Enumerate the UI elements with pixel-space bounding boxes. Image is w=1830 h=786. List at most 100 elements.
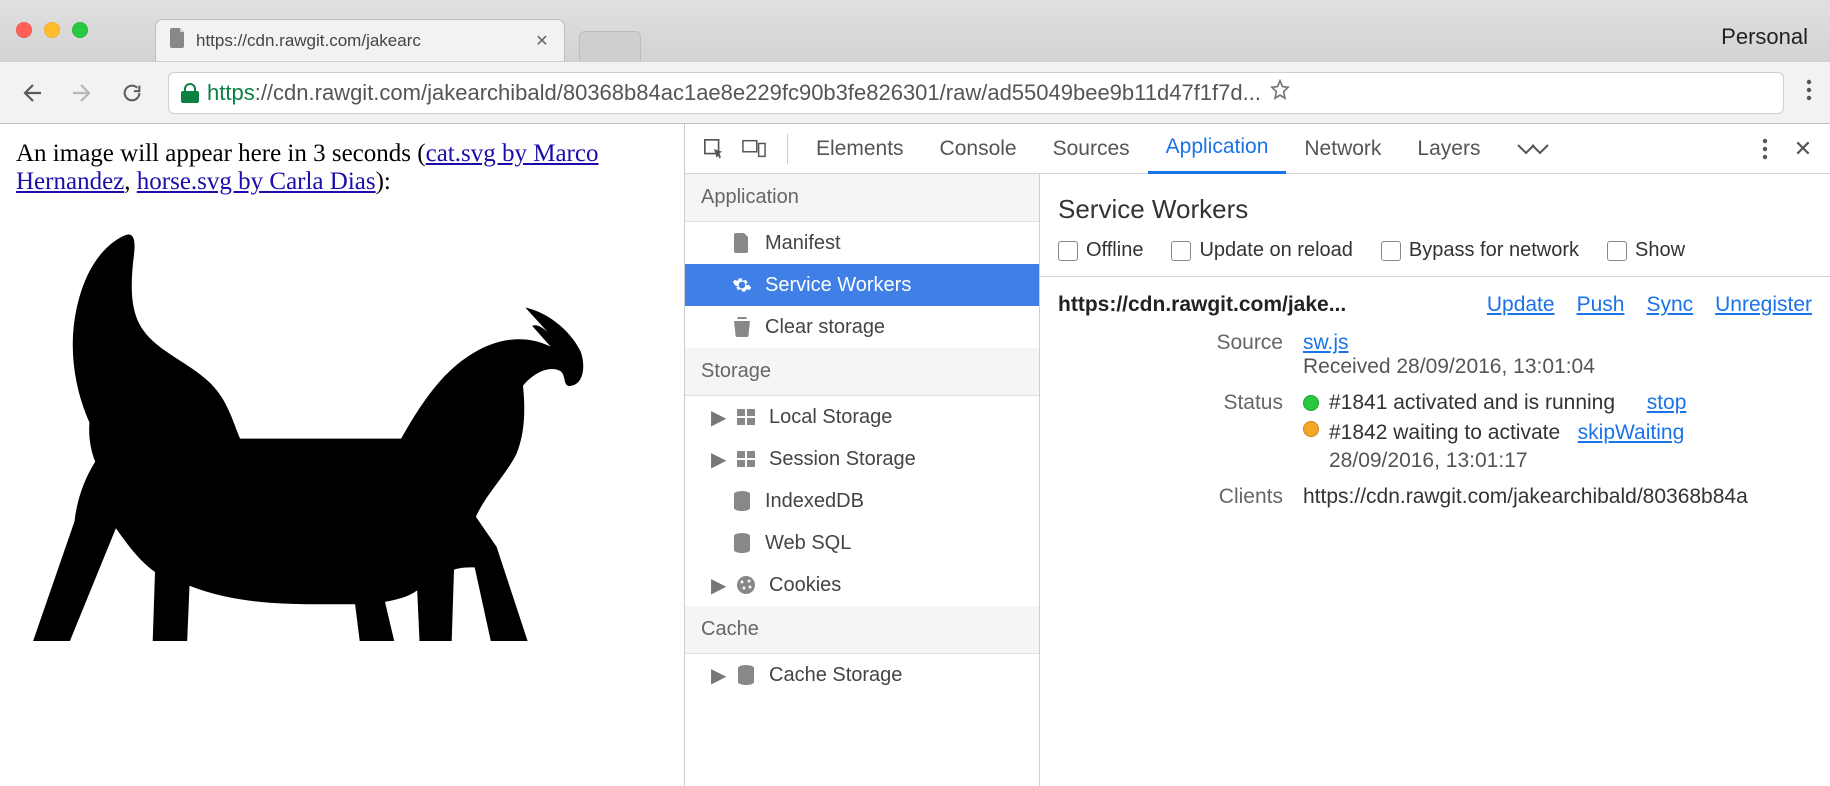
- sw-push-link[interactable]: Push: [1577, 293, 1625, 317]
- forward-button[interactable]: [68, 79, 96, 107]
- reload-button[interactable]: [118, 79, 146, 107]
- sw-skipwaiting-link[interactable]: skipWaiting: [1578, 421, 1685, 444]
- sw-actions: Update Push Sync Unregister: [1487, 293, 1812, 317]
- checkbox-label: Show: [1635, 239, 1685, 262]
- bookmark-star-icon[interactable]: [1269, 79, 1291, 107]
- inspect-element-icon[interactable]: [697, 132, 731, 166]
- sw-status-label: Status: [1058, 391, 1303, 415]
- sw-sync-link[interactable]: Sync: [1646, 293, 1693, 317]
- device-toggle-icon[interactable]: [737, 132, 771, 166]
- sidebar-item-cache-storage[interactable]: ▶ Cache Storage: [685, 654, 1039, 696]
- tabs-row: https://cdn.rawgit.com/jakearc ✕: [155, 19, 641, 61]
- tab-application[interactable]: Application: [1148, 124, 1287, 174]
- profile-label[interactable]: Personal: [1721, 24, 1808, 50]
- table-icon: [735, 406, 757, 428]
- sw-status-waiting-text: #1842 waiting to activate: [1329, 421, 1560, 444]
- chrome-menu-button[interactable]: [1806, 79, 1812, 107]
- sidebar-item-label: Cache Storage: [769, 664, 902, 687]
- expand-arrow-icon[interactable]: ▶: [711, 663, 723, 688]
- checkbox-label: Offline: [1086, 239, 1143, 262]
- sw-status-row: Status #1841 activated and is running st…: [1040, 385, 1830, 479]
- sidebar-item-label: Web SQL: [765, 532, 851, 555]
- sidebar-item-service-workers[interactable]: Service Workers: [685, 264, 1039, 306]
- sw-unregister-link[interactable]: Unregister: [1715, 293, 1812, 317]
- panel-title: Service Workers: [1040, 188, 1830, 239]
- sw-source-row: Source sw.js Received 28/09/2016, 13:01:…: [1040, 325, 1830, 385]
- page-text: ):: [376, 168, 391, 195]
- tab-close-button[interactable]: ✕: [534, 33, 550, 49]
- sidebar-group-cache: Cache: [685, 606, 1039, 654]
- application-sidebar: Application Manifest Service Workers Cle…: [685, 174, 1040, 786]
- sw-scope: https://cdn.rawgit.com/jake...: [1058, 293, 1346, 317]
- status-dot-active-icon: [1303, 395, 1319, 411]
- checkbox-icon: [1058, 241, 1078, 261]
- gear-icon: [731, 274, 753, 296]
- sidebar-item-local-storage[interactable]: ▶ Local Storage: [685, 396, 1039, 438]
- sw-update-link[interactable]: Update: [1487, 293, 1555, 317]
- sw-status-active-text: #1841 activated and is running: [1329, 391, 1615, 415]
- sw-opt-bypass[interactable]: Bypass for network: [1381, 239, 1579, 262]
- address-bar[interactable]: https ://cdn.rawgit.com/jakearchibald/80…: [168, 72, 1784, 114]
- page-text: ,: [124, 168, 137, 195]
- sw-opt-update-on-reload[interactable]: Update on reload: [1171, 239, 1352, 262]
- sidebar-item-session-storage[interactable]: ▶ Session Storage: [685, 438, 1039, 480]
- link-horse-svg[interactable]: horse.svg by Carla Dias: [137, 168, 376, 195]
- checkbox-label: Bypass for network: [1409, 239, 1579, 262]
- zoom-window-button[interactable]: [72, 22, 88, 38]
- sw-registration-header: https://cdn.rawgit.com/jake... Update Pu…: [1040, 277, 1830, 325]
- minimize-window-button[interactable]: [44, 22, 60, 38]
- new-tab-button[interactable]: [579, 31, 641, 61]
- page-paragraph: An image will appear here in 3 seconds (…: [16, 140, 668, 196]
- cat-image: [16, 204, 668, 671]
- tab-elements[interactable]: Elements: [798, 124, 922, 174]
- browser-tab[interactable]: https://cdn.rawgit.com/jakearc ✕: [155, 19, 565, 61]
- sidebar-item-clear-storage[interactable]: Clear storage: [685, 306, 1039, 348]
- sw-clients-value: https://cdn.rawgit.com/jakearchibald/803…: [1303, 485, 1812, 509]
- database-icon: [731, 532, 753, 554]
- sidebar-group-application: Application: [685, 174, 1039, 222]
- expand-arrow-icon[interactable]: ▶: [711, 405, 723, 430]
- sw-stop-link[interactable]: stop: [1647, 391, 1687, 415]
- file-icon: [170, 28, 186, 53]
- tab-sources[interactable]: Sources: [1035, 124, 1148, 174]
- tab-console[interactable]: Console: [922, 124, 1035, 174]
- devtools-menu-icon[interactable]: [1750, 134, 1780, 164]
- separator: [787, 134, 788, 164]
- lock-icon: [181, 83, 199, 103]
- database-icon: [735, 664, 757, 686]
- page-viewport: An image will appear here in 3 seconds (…: [0, 124, 685, 786]
- sidebar-item-cookies[interactable]: ▶ Cookies: [685, 564, 1039, 606]
- sidebar-item-indexeddb[interactable]: IndexedDB: [685, 480, 1039, 522]
- sw-clients-label: Clients: [1058, 485, 1303, 509]
- devtools-tabs: Elements Console Sources Application Net…: [685, 124, 1830, 174]
- table-icon: [735, 448, 757, 470]
- sidebar-group-storage: Storage: [685, 348, 1039, 396]
- database-icon: [731, 490, 753, 512]
- sidebar-item-label: Manifest: [765, 232, 841, 255]
- tab-network[interactable]: Network: [1286, 124, 1399, 174]
- sw-source-link[interactable]: sw.js: [1303, 331, 1349, 354]
- checkbox-icon: [1607, 241, 1627, 261]
- tab-overflow[interactable]: [1498, 124, 1568, 174]
- service-workers-panel: Service Workers Offline Update on reload…: [1040, 174, 1830, 786]
- status-dot-waiting-icon: [1303, 421, 1319, 437]
- sidebar-item-manifest[interactable]: Manifest: [685, 222, 1039, 264]
- checkbox-label: Update on reload: [1199, 239, 1352, 262]
- sidebar-item-websql[interactable]: Web SQL: [685, 522, 1039, 564]
- sidebar-item-label: Session Storage: [769, 448, 916, 471]
- browser-tab-strip: https://cdn.rawgit.com/jakearc ✕ Persona…: [0, 0, 1830, 61]
- back-button[interactable]: [18, 79, 46, 107]
- page-text: An image will appear here in 3 seconds (: [16, 140, 426, 167]
- expand-arrow-icon[interactable]: ▶: [711, 573, 723, 598]
- toolbar: https ://cdn.rawgit.com/jakearchibald/80…: [0, 61, 1830, 124]
- devtools-close-icon[interactable]: ✕: [1788, 134, 1818, 164]
- expand-arrow-icon[interactable]: ▶: [711, 447, 723, 472]
- sw-opt-offline[interactable]: Offline: [1058, 239, 1143, 262]
- document-icon: [731, 232, 753, 254]
- close-window-button[interactable]: [16, 22, 32, 38]
- sw-waiting-time: 28/09/2016, 13:01:17: [1329, 449, 1684, 473]
- sw-opt-show-all[interactable]: Show: [1607, 239, 1685, 262]
- checkbox-icon: [1381, 241, 1401, 261]
- tab-layers[interactable]: Layers: [1399, 124, 1498, 174]
- devtools: Elements Console Sources Application Net…: [685, 124, 1830, 786]
